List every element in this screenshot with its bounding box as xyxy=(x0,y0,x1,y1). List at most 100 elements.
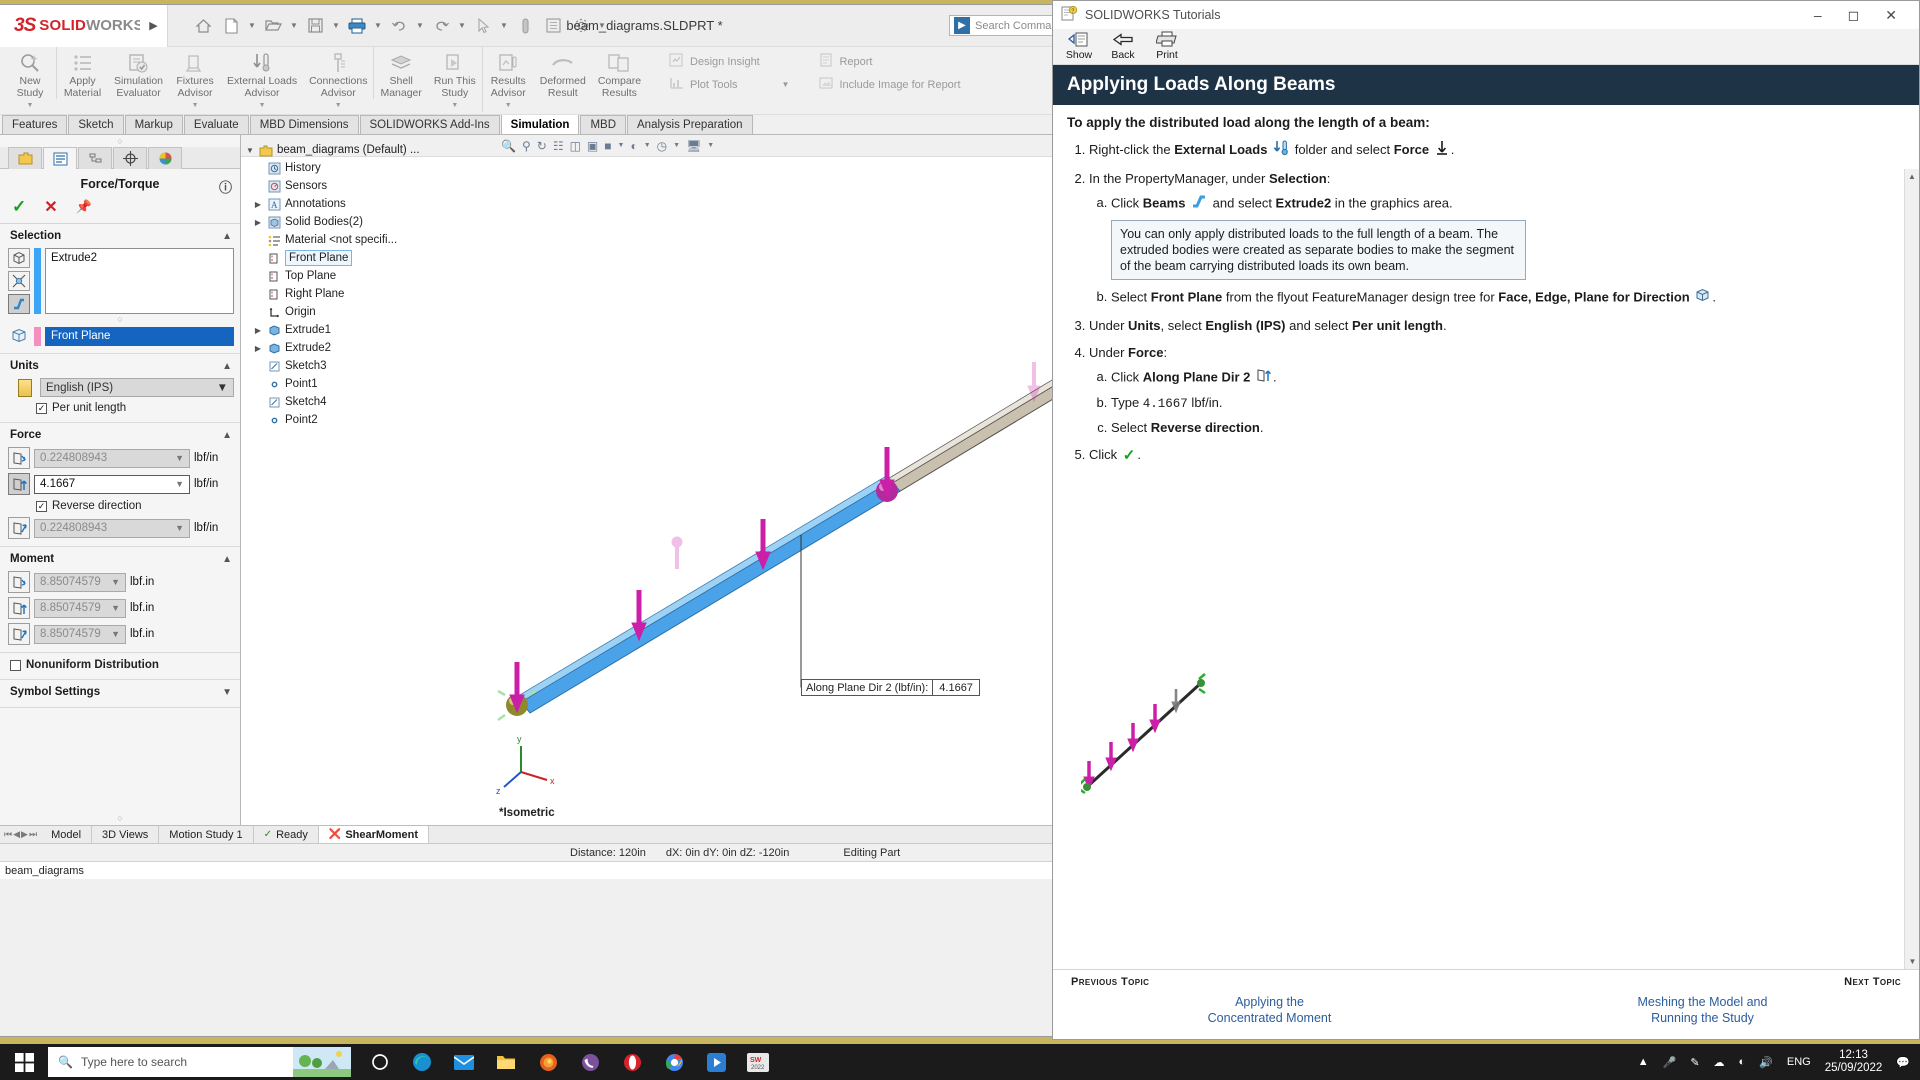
options-list-icon[interactable] xyxy=(540,12,566,40)
tab-evaluate[interactable]: Evaluate xyxy=(183,115,249,134)
along-plane-dir-2-input[interactable]: 4.1667 ▼ xyxy=(34,474,190,494)
command-shell-manager[interactable]: Shell Manager xyxy=(373,47,427,99)
tutorials-minimize-button[interactable]: – xyxy=(1814,7,1822,24)
force-group-header[interactable]: Force ▲ xyxy=(0,426,240,445)
chevron-up-icon[interactable]: ▲ xyxy=(222,361,232,372)
apply-scene-icon[interactable]: ◷ xyxy=(657,139,667,153)
nonuniform-distribution-row[interactable]: Nonuniform Distribution xyxy=(0,656,240,674)
redo-dropdown-caret[interactable]: ▼ xyxy=(456,12,468,40)
ribbon-item-include-image-for-report[interactable]: Include Image for Report xyxy=(813,74,966,95)
chrome-icon[interactable] xyxy=(663,1051,685,1073)
hide-show-caret[interactable]: ▼ xyxy=(644,142,651,149)
tree-node-annotations[interactable]: ▶ A Annotations xyxy=(245,195,491,213)
selection-group-header[interactable]: Selection ▲ xyxy=(0,227,240,246)
cancel-button[interactable]: ✕ xyxy=(44,197,57,217)
tutorial-scrollbar[interactable]: ▲ ▼ xyxy=(1904,169,1919,969)
tutorials-close-button[interactable]: ✕ xyxy=(1885,7,1897,24)
reverse-direction-row[interactable]: ✓ Reverse direction xyxy=(0,497,240,515)
expand-arrow-icon[interactable]: ▶ xyxy=(253,218,263,227)
tab-features[interactable]: Features xyxy=(2,115,68,134)
bottom-tab-3d-views[interactable]: 3D Views xyxy=(92,826,160,843)
command-new-study[interactable]: New Study ▼ xyxy=(4,47,56,112)
expand-arrow-icon[interactable]: ▶ xyxy=(253,200,263,209)
onedrive-icon[interactable]: ☁ xyxy=(1714,1056,1725,1069)
tree-node-top-plane[interactable]: Top Plane xyxy=(245,267,491,285)
configuration-manager-tab[interactable] xyxy=(78,147,112,169)
settings-dropdown-caret[interactable]: ▼ xyxy=(596,12,608,40)
language-indicator[interactable]: ENG xyxy=(1787,1056,1811,1068)
tutorials-back-button[interactable]: Back xyxy=(1103,30,1143,61)
notifications-icon[interactable]: 💬 xyxy=(1896,1056,1910,1069)
external-loads-advisor-dropdown-caret[interactable]: ▼ xyxy=(227,100,297,112)
open-folder-icon[interactable] xyxy=(260,12,286,40)
taskbar-search-input[interactable]: 🔍 Type here to search xyxy=(48,1047,293,1077)
save-dropdown-caret[interactable]: ▼ xyxy=(330,12,342,40)
chevron-down-icon[interactable]: ▼ xyxy=(217,382,228,394)
tree-node-material[interactable]: Material <not specifi... xyxy=(245,231,491,249)
save-icon[interactable] xyxy=(302,12,328,40)
chevron-down-icon[interactable]: ▼ xyxy=(111,577,120,587)
solidworks-taskbar-icon[interactable]: SW 2022 xyxy=(747,1051,769,1073)
new-document-dropdown-caret[interactable]: ▼ xyxy=(246,12,258,40)
tree-node-point1[interactable]: Point1 xyxy=(245,375,491,393)
rotate-view-icon[interactable]: ↻ xyxy=(537,139,547,153)
tree-node-right-plane[interactable]: Right Plane xyxy=(245,285,491,303)
command-results-advisor[interactable]: Results Advisor ▼ xyxy=(481,47,534,112)
moment-dir-2-icon[interactable] xyxy=(8,597,30,619)
tree-node-sketch4[interactable]: Sketch4 xyxy=(245,393,491,411)
normal-to-plane-input[interactable]: 0.224808943 ▼ xyxy=(34,518,190,538)
start-button[interactable] xyxy=(0,1044,48,1080)
along-plane-dir-1-input[interactable]: 0.224808943 ▼ xyxy=(34,448,190,468)
moment-dir-1-input[interactable]: 8.85074579 ▼ xyxy=(34,572,126,592)
tab-mbd[interactable]: MBD xyxy=(580,115,627,134)
command-apply-material[interactable]: Apply Material xyxy=(56,47,108,99)
dimxpert-manager-tab[interactable] xyxy=(113,147,147,169)
zoom-to-fit-icon[interactable]: ⚲ xyxy=(522,139,531,153)
selected-entities-list[interactable]: Extrude2 xyxy=(45,248,234,314)
hide-show-items-icon[interactable]: ☷ xyxy=(553,139,564,153)
per-unit-length-row[interactable]: ✓ Per unit length xyxy=(0,399,240,417)
command-run-this-study[interactable]: Run This Study ▼ xyxy=(428,47,482,112)
chevron-down-icon[interactable]: ▼ xyxy=(111,603,120,613)
bottom-tab-motion-study-1[interactable]: Motion Study 1 xyxy=(159,826,254,843)
panel-drag-handle[interactable]: ○ xyxy=(0,135,240,147)
chevron-down-icon[interactable]: ▼ xyxy=(175,453,184,463)
bottom-tab-model[interactable]: Model xyxy=(41,826,93,843)
connections-advisor-dropdown-caret[interactable]: ▼ xyxy=(309,100,367,112)
undo-dropdown-caret[interactable]: ▼ xyxy=(414,12,426,40)
command-simulation-evaluator[interactable]: Simulation Evaluator xyxy=(108,47,169,99)
command-deformed-result[interactable]: Deformed Result xyxy=(534,47,592,99)
moment-normal-input[interactable]: 8.85074579 ▼ xyxy=(34,624,126,644)
pin-button[interactable]: 📌 xyxy=(76,199,92,215)
ok-button[interactable]: ✓ xyxy=(12,197,26,217)
bottom-tab-ready[interactable]: ✓ Ready xyxy=(254,826,319,843)
tab-simulation[interactable]: Simulation xyxy=(500,114,580,134)
moment-normal-icon[interactable] xyxy=(8,623,30,645)
print-icon[interactable] xyxy=(344,12,370,40)
chevron-up-icon[interactable]: ▲ xyxy=(222,430,232,441)
per-unit-length-checkbox[interactable]: ✓ xyxy=(36,402,47,414)
section-view-icon[interactable]: ◫ xyxy=(570,139,581,153)
reverse-direction-checkbox[interactable]: ✓ xyxy=(36,500,47,512)
taskbar-news-thumbnail[interactable] xyxy=(293,1047,351,1077)
chevron-down-icon[interactable]: ▼ xyxy=(111,629,120,639)
tree-node-extrude1[interactable]: ▶ Extrude1 xyxy=(245,321,491,339)
display-manager-tab[interactable] xyxy=(148,147,182,169)
tutorials-maximize-button[interactable]: ◻ xyxy=(1848,7,1860,24)
moment-group-header[interactable]: Moment ▲ xyxy=(0,550,240,569)
home-icon[interactable] xyxy=(190,12,216,40)
prev-tab-icon[interactable]: ◀ xyxy=(13,829,20,840)
microsoft-edge-icon[interactable] xyxy=(411,1051,433,1073)
help-icon[interactable]: ⓘ xyxy=(219,177,232,196)
first-tab-icon[interactable]: ⏮ xyxy=(4,829,12,840)
previous-topic-link[interactable]: Applying the Concentrated Moment xyxy=(1071,994,1468,1026)
select-cursor-icon[interactable] xyxy=(470,12,496,40)
expand-arrow-icon[interactable]: ▶ xyxy=(253,344,263,353)
fixtures-advisor-dropdown-caret[interactable]: ▼ xyxy=(175,100,215,112)
tab-analysis-preparation[interactable]: Analysis Preparation xyxy=(627,115,753,134)
chevron-down-icon[interactable]: ▼ xyxy=(175,523,184,533)
undo-icon[interactable] xyxy=(386,12,412,40)
plot-tools-dropdown-caret[interactable]: ▼ xyxy=(782,80,790,89)
tab-sketch[interactable]: Sketch xyxy=(68,115,124,134)
moment-dir-1-icon[interactable] xyxy=(8,571,30,593)
